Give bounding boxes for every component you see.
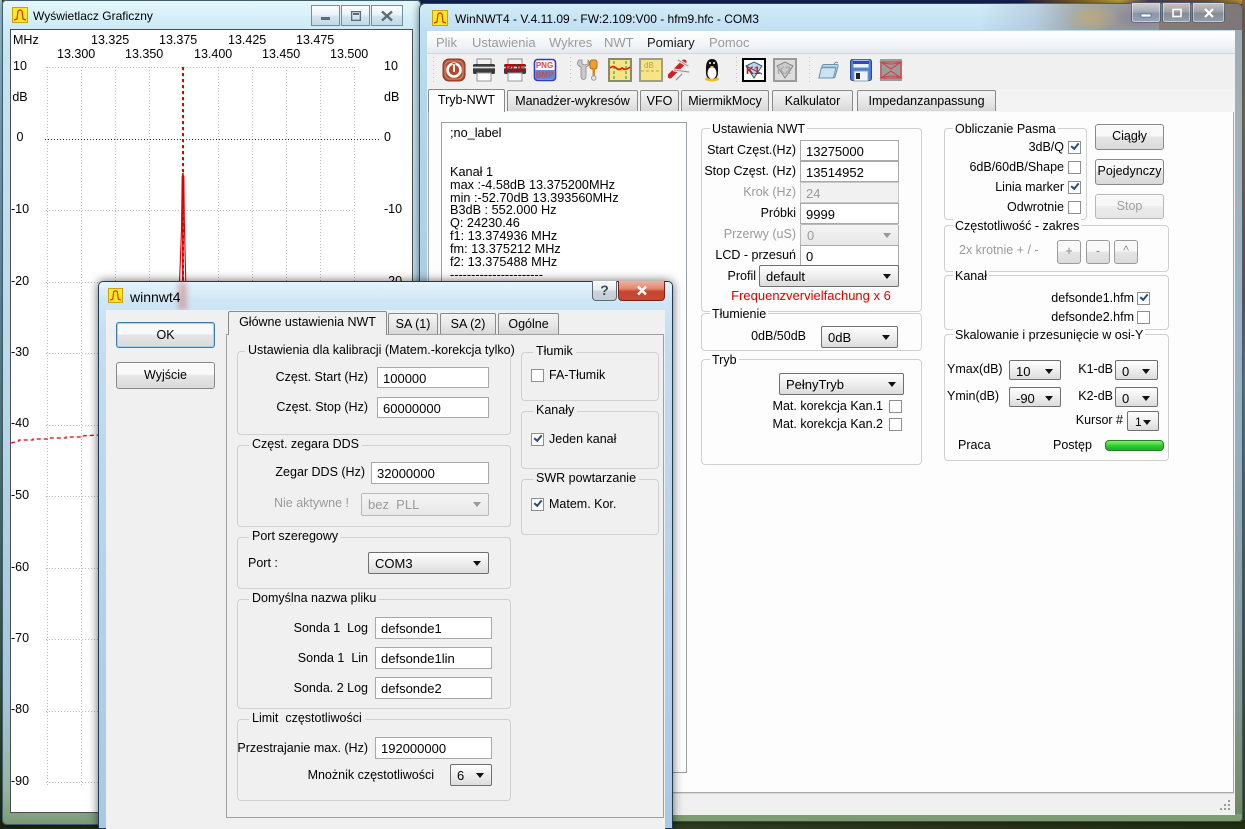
svg-text:dB: dB <box>644 61 654 70</box>
svg-text:K2: K2 <box>777 65 791 77</box>
svg-text:K1: K1 <box>746 65 760 77</box>
svg-text:PDF: PDF <box>505 63 525 74</box>
svg-text:BMP: BMP <box>536 71 554 80</box>
svg-text:PNG: PNG <box>536 61 553 70</box>
